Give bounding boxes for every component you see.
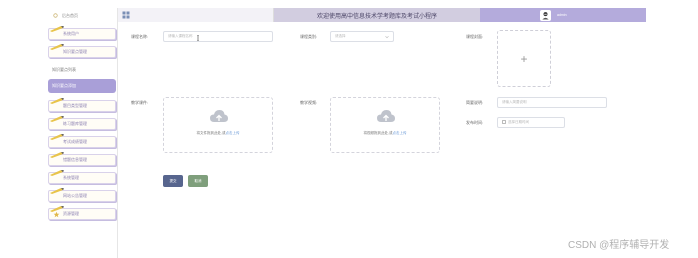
course-name-placeholder: 请输入课程名称 [168,34,193,38]
upload-hint-text: 将文件拖到此处,或 [196,131,226,135]
sidebar-item-resources[interactable]: 资源管理 [48,206,116,220]
watermark: CSDN @程序辅导开发 [568,240,670,251]
video-upload-hint: 将视频拖到此处,或点击上传 [331,131,439,136]
description-placeholder: 请输入简要说明 [502,100,527,104]
sidebar-item-label: 错题信息管理 [63,157,87,162]
publish-time-label: 发布时间: [466,120,484,125]
course-name-input[interactable]: 请输入课程名称 [163,31,273,42]
sidebar-item-announcements[interactable]: 网站公告管理 [48,188,116,202]
sidebar-item-label: 资源管理 [63,211,79,216]
upload-cloud-icon [377,110,395,122]
sidebar-subitem-knowledge-list[interactable]: 知识要点列表 [48,64,116,76]
sidebar-item-home[interactable]: 后台首页 [48,10,116,22]
sidebar-item-label: 知识要点添加 [52,83,76,88]
pencil-decoration-icon [50,26,64,32]
sidebar-item-label: 系统用户 [63,31,79,36]
page-title: 欢迎使用高中信息技术学考题库及考试小程序 [316,13,437,20]
submit-button[interactable]: 提交 [163,175,183,187]
pencil-decoration-icon [50,98,64,104]
sidebar-item-exam-scores[interactable]: 考试成绩管理 [48,134,116,148]
description-input[interactable]: 请输入简要说明 [497,97,607,108]
upload-cloud-icon [210,110,228,122]
pencil-decoration-icon [50,134,64,140]
video-upload-area[interactable]: 将视频拖到此处,或点击上传 [330,97,440,153]
header-user-area: admin [480,8,646,22]
sidebar-item-label: 题目类型管理 [63,103,87,108]
avatar[interactable] [540,9,551,21]
course-type-select[interactable]: 请选择 [330,31,394,42]
courseware-upload-hint: 将文件拖到此处,或点击上传 [164,131,272,136]
course-cover-label: 课程封面: [466,34,484,39]
sidebar-item-knowledge-points[interactable]: 知识要点管理 [48,44,116,58]
sidebar-item-question-bank[interactable]: 练习题库管理 [48,116,116,130]
sidebar-item-label: 考试成绩管理 [63,139,87,144]
text-cursor-icon [197,35,199,41]
chevron-down-icon [385,35,389,39]
sidebar-item-label: 练习题库管理 [63,121,87,126]
courseware-upload-link[interactable]: 点击上传 [225,131,239,135]
plus-icon: + [520,51,528,66]
sidebar: 后台首页 系统用户 知识要点管理 知识要点列表 知识要点添加 题目类型管理 练习… [46,8,118,258]
course-type-value: 请选择 [335,34,346,38]
sidebar-item-label: 后台首页 [62,13,78,18]
header-left [118,8,274,22]
pencil-decoration-icon [50,116,64,122]
sidebar-item-wrong-questions[interactable]: 错题信息管理 [48,152,116,166]
sidebar-item-system-management[interactable]: 系统管理 [48,170,116,184]
pencil-decoration-icon [50,188,64,194]
sidebar-subitem-knowledge-add[interactable]: 知识要点添加 [48,79,116,93]
sidebar-item-system-users[interactable]: 系统用户 [48,26,116,40]
header-title-bar: 欢迎使用高中信息技术学考题库及考试小程序 [274,8,480,22]
video-label: 教学视频: [300,100,318,105]
header-username[interactable]: admin [557,13,567,17]
publish-time-picker[interactable]: 选择日期时间 [497,117,565,128]
cover-upload-box[interactable]: + [497,30,551,87]
publish-time-placeholder: 选择日期时间 [508,120,529,124]
home-icon [53,13,58,18]
courseware-upload-area[interactable]: 将文件拖到此处,或点击上传 [163,97,273,153]
pencil-decoration-icon [50,170,64,176]
pencil-decoration-icon [50,152,64,158]
sidebar-item-question-types[interactable]: 题目类型管理 [48,98,116,112]
pencil-decoration-icon [50,44,64,50]
star-icon [53,211,60,218]
cancel-button[interactable]: 取消 [188,175,208,187]
header: 欢迎使用高中信息技术学考题库及考试小程序 admin [118,8,646,22]
sidebar-item-label: 知识要点管理 [63,49,87,54]
calendar-icon [502,119,506,124]
course-name-label: 课程名称: [131,34,149,39]
sidebar-item-label: 系统管理 [63,175,79,180]
upload-hint-text: 将视频拖到此处,或 [363,131,393,135]
menu-grid-icon[interactable] [122,11,130,19]
courseware-label: 教学课件: [131,100,149,105]
description-label: 简要说明: [466,100,484,105]
sidebar-item-label: 网站公告管理 [63,193,87,198]
video-upload-link[interactable]: 点击上传 [392,131,406,135]
sidebar-item-label: 知识要点列表 [52,67,76,72]
user-avatar-icon [542,11,549,20]
course-type-label: 课程类别: [300,34,318,39]
